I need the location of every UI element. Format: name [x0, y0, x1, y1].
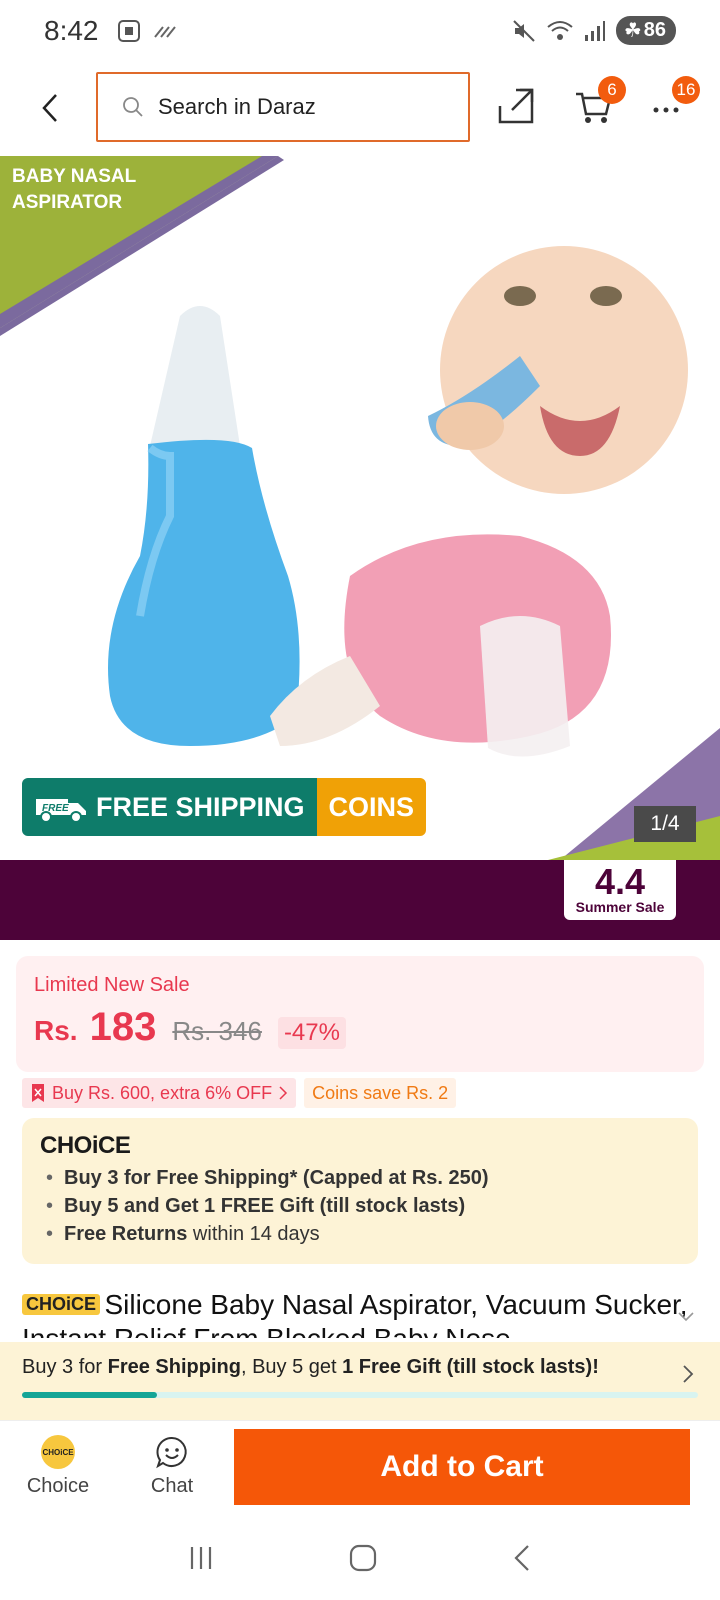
battery-saver-icon: ☘ [623, 20, 642, 42]
choice-logo: CHOiCE [40, 1132, 131, 1159]
choice-tab[interactable]: CHOiCE Choice [18, 1435, 98, 1498]
back-nav-icon[interactable] [510, 1543, 534, 1573]
choice-benefit-item: Free Returns within 14 days [40, 1220, 680, 1248]
bundle-offer-banner[interactable]: Buy 3 for Free Shipping, Buy 5 get 1 Fre… [0, 1342, 720, 1420]
discount-badge: -47% [277, 1017, 346, 1049]
screenshot-icon [117, 20, 140, 42]
cellular-signal-icon [584, 20, 605, 41]
campaign-banner[interactable]: 4.4 Summer Sale [0, 860, 720, 940]
voucher-extra-off[interactable]: Buy Rs. 600, extra 6% OFF [22, 1078, 297, 1108]
signal-off-icon [153, 26, 176, 38]
choice-tab-label: Choice [26, 1475, 90, 1497]
header: Search in Daraz 6 16 [0, 72, 720, 142]
currency: Rs. [34, 1015, 78, 1046]
bottom-action-bar: CHOiCE Choice Chat Add to Cart [0, 1420, 720, 1516]
free-shipping-label: FREE SHIPPING [96, 791, 305, 822]
chevron-left-icon [42, 94, 57, 122]
more-count-badge: 16 [672, 76, 700, 104]
add-to-cart-button[interactable]: Add to Cart [234, 1429, 690, 1505]
product-title-text: Silicone Baby Nasal Aspirator, Vacuum Su… [22, 1289, 688, 1338]
sale-number: 4.4 [594, 861, 646, 902]
wifi-icon [547, 20, 573, 40]
system-navigation-bar [0, 1516, 720, 1600]
battery-indicator: ☘ 86 [615, 16, 676, 45]
back-button[interactable] [30, 88, 70, 128]
coins-label: COINS [316, 778, 427, 836]
product-photo [0, 156, 720, 860]
original-price: Rs. 346 [172, 1016, 262, 1046]
home-icon[interactable] [348, 1543, 378, 1573]
chat-icon [156, 1436, 187, 1469]
coins-save-voucher[interactable]: Coins save Rs. 2 [304, 1078, 457, 1108]
cart-count-badge: 6 [598, 76, 626, 104]
search-icon [123, 97, 143, 117]
choice-icon: CHOiCE [41, 1435, 75, 1469]
sale-label: Summer Sale [575, 899, 665, 915]
truck-icon: FREE [36, 799, 86, 823]
price-row: Rs. 183 Rs. 346 -47% [34, 1005, 686, 1050]
battery-level: 86 [643, 19, 666, 41]
chat-tab-label: Chat [150, 1475, 194, 1497]
sale-tag: Limited New Sale [34, 974, 190, 996]
cart-button[interactable]: 6 [574, 76, 626, 130]
bundle-progress-fill [22, 1392, 158, 1398]
choice-benefit-item: Buy 5 and Get 1 FREE Gift (till stock la… [40, 1192, 680, 1220]
corner-label: BABY NASAL ASPIRATOR [12, 164, 136, 216]
choice-title-badge: CHOiCE [22, 1294, 101, 1315]
bundle-offer-text: Buy 3 for Free Shipping, Buy 5 get 1 Fre… [22, 1356, 599, 1378]
voucher-extra-off-label: Buy Rs. 600, extra 6% OFF [52, 1082, 273, 1103]
free-badge-text: FREE [42, 803, 69, 814]
voucher-row: Buy Rs. 600, extra 6% OFF Coins save Rs.… [22, 1078, 457, 1108]
product-title[interactable]: CHOiCE Silicone Baby Nasal Aspirator, Va… [22, 1288, 698, 1338]
corner-label-line1: BABY NASAL [12, 166, 137, 187]
current-price: 183 [89, 1005, 157, 1049]
search-placeholder: Search in Daraz [158, 94, 316, 119]
image-page-indicator: 1/4 [634, 806, 696, 842]
share-button[interactable] [496, 86, 540, 130]
status-system-icons: ☘ 86 [512, 16, 676, 45]
voucher-icon [32, 1084, 44, 1102]
bundle-progress-bar [22, 1392, 698, 1398]
free-shipping-banner: FREE FREE SHIPPING COINS [22, 778, 427, 836]
chevron-right-icon [683, 1365, 694, 1383]
choice-benefit-item: Buy 3 for Free Shipping* (Capped at Rs. … [40, 1164, 680, 1192]
status-time: 8:42 [44, 15, 99, 46]
sale-campaign-badge: 4.4 Summer Sale [564, 860, 676, 920]
share-icon [498, 88, 534, 124]
choice-benefits-card[interactable]: CHOiCE Buy 3 for Free Shipping* (Capped … [22, 1118, 698, 1264]
free-shipping-segment: FREE FREE SHIPPING [22, 778, 317, 836]
status-bar: 8:42 ☘ 86 [0, 0, 720, 62]
corner-label-line2: ASPIRATOR [12, 192, 123, 213]
status-notification-icons [117, 19, 179, 43]
chevron-down-icon[interactable] [676, 1306, 696, 1326]
search-input[interactable]: Search in Daraz [96, 72, 470, 142]
price-card: Limited New Sale Rs. 183 Rs. 346 -47% [16, 956, 704, 1072]
chevron-right-icon [279, 1086, 288, 1100]
product-image-gallery[interactable]: BABY NASAL ASPIRATOR FREE FREE SHIPPING … [0, 156, 720, 860]
choice-benefits-list: Buy 3 for Free Shipping* (Capped at Rs. … [40, 1164, 680, 1248]
recent-apps-icon[interactable] [186, 1543, 216, 1573]
more-options-button[interactable]: 16 [652, 76, 704, 130]
mute-icon [513, 19, 535, 42]
chat-tab[interactable]: Chat [132, 1435, 212, 1498]
